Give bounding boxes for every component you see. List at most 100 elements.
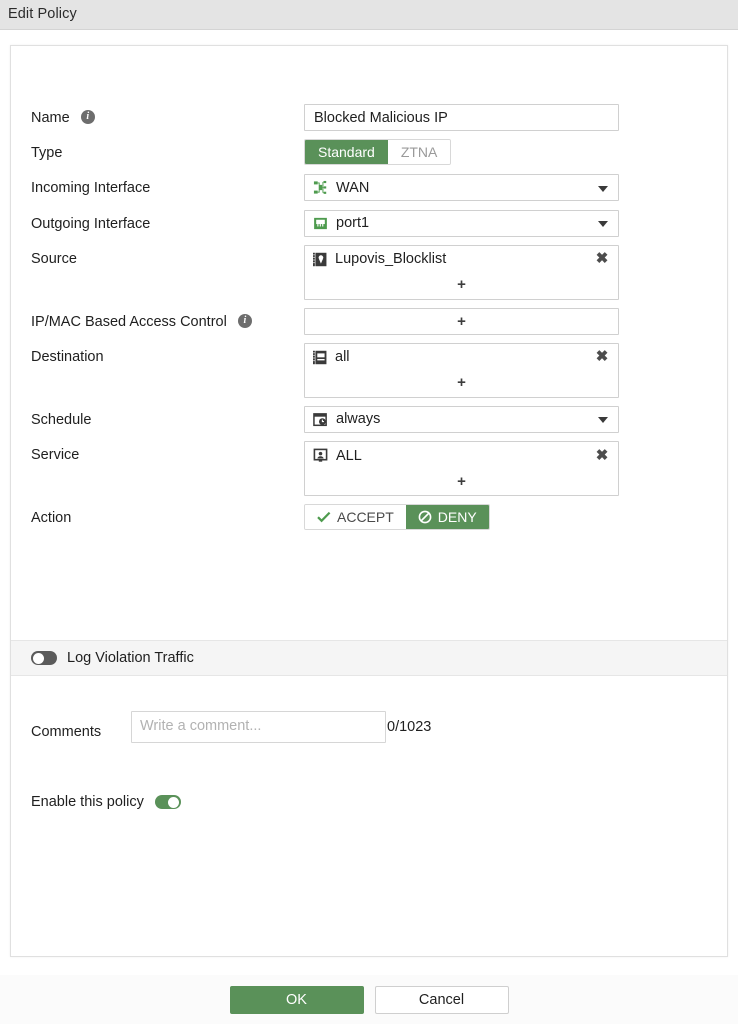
outgoing-interface-value: port1 (336, 215, 369, 231)
label-schedule: Schedule (31, 406, 304, 433)
control-action: ACCEPT DENY (304, 504, 619, 530)
policy-name-input[interactable] (304, 104, 619, 131)
control-ip-mac-access-control: + (304, 308, 619, 335)
service-token-box: ALL ✖ + (304, 441, 619, 496)
action-deny-label: DENY (438, 509, 477, 525)
control-schedule: always (304, 406, 619, 433)
address-geo-icon (313, 252, 327, 267)
chevron-down-icon[interactable] (598, 417, 608, 423)
label-incoming-interface: Incoming Interface (31, 174, 304, 201)
control-source: Lupovis_Blocklist ✖ + (304, 245, 619, 300)
deny-slash-icon (418, 510, 432, 524)
list-item[interactable]: ALL ✖ (305, 442, 618, 469)
incoming-interface-value: WAN (336, 180, 369, 196)
dialog-titlebar: Edit Policy (0, 0, 738, 30)
dialog-footer: OK Cancel (0, 975, 738, 1024)
row-action: Action ACCEPT (11, 504, 727, 531)
label-service-text: Service (31, 447, 79, 463)
comments-textarea[interactable] (131, 711, 386, 743)
log-violation-traffic-toggle[interactable] (31, 651, 57, 665)
row-name: Name i (11, 104, 727, 131)
schedule-value: always (336, 411, 380, 427)
type-option-standard[interactable]: Standard (305, 140, 388, 164)
chevron-down-icon[interactable] (598, 221, 608, 227)
label-destination: Destination (31, 343, 304, 370)
network-interface-icon (313, 180, 328, 195)
row-source: Source (11, 245, 727, 300)
close-icon[interactable]: ✖ (594, 448, 610, 464)
destination-item-label: all (335, 349, 350, 365)
list-item[interactable]: all ✖ (305, 344, 618, 371)
policy-form: Name i Type Standard ZTNA (11, 46, 727, 626)
row-destination: Destination (11, 343, 727, 398)
chevron-down-icon[interactable] (598, 186, 608, 192)
close-icon[interactable]: ✖ (594, 349, 610, 365)
action-option-deny[interactable]: DENY (406, 505, 489, 529)
log-violation-traffic-label: Log Violation Traffic (67, 650, 194, 666)
control-type: Standard ZTNA (304, 139, 619, 165)
schedule-clock-icon (313, 412, 328, 427)
cancel-button[interactable]: Cancel (375, 986, 509, 1014)
schedule-select[interactable]: always (304, 406, 619, 433)
type-segmented-control: Standard ZTNA (304, 139, 451, 165)
label-type-text: Type (31, 145, 62, 161)
destination-token-box: all ✖ + (304, 343, 619, 398)
source-token-box: Lupovis_Blocklist ✖ + (304, 245, 619, 300)
toggle-knob (33, 653, 44, 664)
label-destination-text: Destination (31, 349, 104, 365)
label-ip-mac-access-control-text: IP/MAC Based Access Control (31, 314, 227, 330)
label-outgoing-interface-text: Outgoing Interface (31, 216, 150, 232)
label-source: Source (31, 245, 304, 272)
service-item-label: ALL (336, 448, 362, 464)
label-ip-mac-access-control: IP/MAC Based Access Control i (31, 308, 304, 335)
row-schedule: Schedule always (11, 406, 727, 433)
enable-policy-section: Enable this policy (31, 794, 181, 810)
dialog-title: Edit Policy (8, 6, 77, 22)
label-schedule-text: Schedule (31, 412, 91, 428)
label-action-text: Action (31, 510, 71, 526)
control-name (304, 104, 619, 131)
row-outgoing-interface: Outgoing Interface (11, 210, 727, 237)
outgoing-interface-select[interactable]: port1 (304, 210, 619, 237)
control-outgoing-interface: port1 (304, 210, 619, 237)
ip-mac-add-button[interactable]: + (304, 308, 619, 335)
row-service: Service (11, 441, 727, 496)
control-incoming-interface: WAN (304, 174, 619, 201)
action-option-accept[interactable]: ACCEPT (305, 505, 406, 529)
comments-character-counter: 0/1023 (387, 711, 431, 735)
info-icon[interactable]: i (238, 314, 252, 328)
label-outgoing-interface: Outgoing Interface (31, 210, 304, 237)
close-icon[interactable]: ✖ (594, 251, 610, 267)
label-service: Service (31, 441, 304, 468)
info-icon[interactable]: i (81, 110, 95, 124)
toggle-knob (168, 797, 179, 808)
label-name: Name i (31, 104, 304, 131)
type-option-ztna[interactable]: ZTNA (388, 140, 451, 164)
enable-policy-label: Enable this policy (31, 794, 144, 810)
row-incoming-interface: Incoming Interface (11, 174, 727, 201)
log-violation-traffic-band: Log Violation Traffic (11, 640, 727, 676)
service-add-button[interactable]: + (305, 469, 618, 495)
list-item[interactable]: Lupovis_Blocklist ✖ (305, 246, 618, 273)
label-type: Type (31, 139, 304, 166)
row-ip-mac-access-control: IP/MAC Based Access Control i + (11, 308, 727, 335)
ethernet-port-icon (313, 216, 328, 231)
source-item-label: Lupovis_Blocklist (335, 251, 446, 267)
label-name-text: Name (31, 110, 70, 126)
enable-policy-toggle[interactable] (155, 795, 181, 809)
incoming-interface-select[interactable]: WAN (304, 174, 619, 201)
control-destination: all ✖ + (304, 343, 619, 398)
ok-button[interactable]: OK (230, 986, 364, 1014)
comments-label: Comments (31, 711, 131, 745)
action-segmented-control: ACCEPT DENY (304, 504, 490, 530)
dialog-body-panel: Name i Type Standard ZTNA (10, 45, 728, 957)
control-service: ALL ✖ + (304, 441, 619, 496)
label-source-text: Source (31, 251, 77, 267)
service-monitor-icon (313, 448, 328, 463)
edit-policy-dialog: Edit Policy Name i Type (0, 0, 738, 1024)
action-accept-label: ACCEPT (337, 509, 394, 525)
source-add-button[interactable]: + (305, 273, 618, 299)
destination-add-button[interactable]: + (305, 371, 618, 397)
label-incoming-interface-text: Incoming Interface (31, 181, 150, 197)
address-subnet-icon (313, 350, 327, 365)
